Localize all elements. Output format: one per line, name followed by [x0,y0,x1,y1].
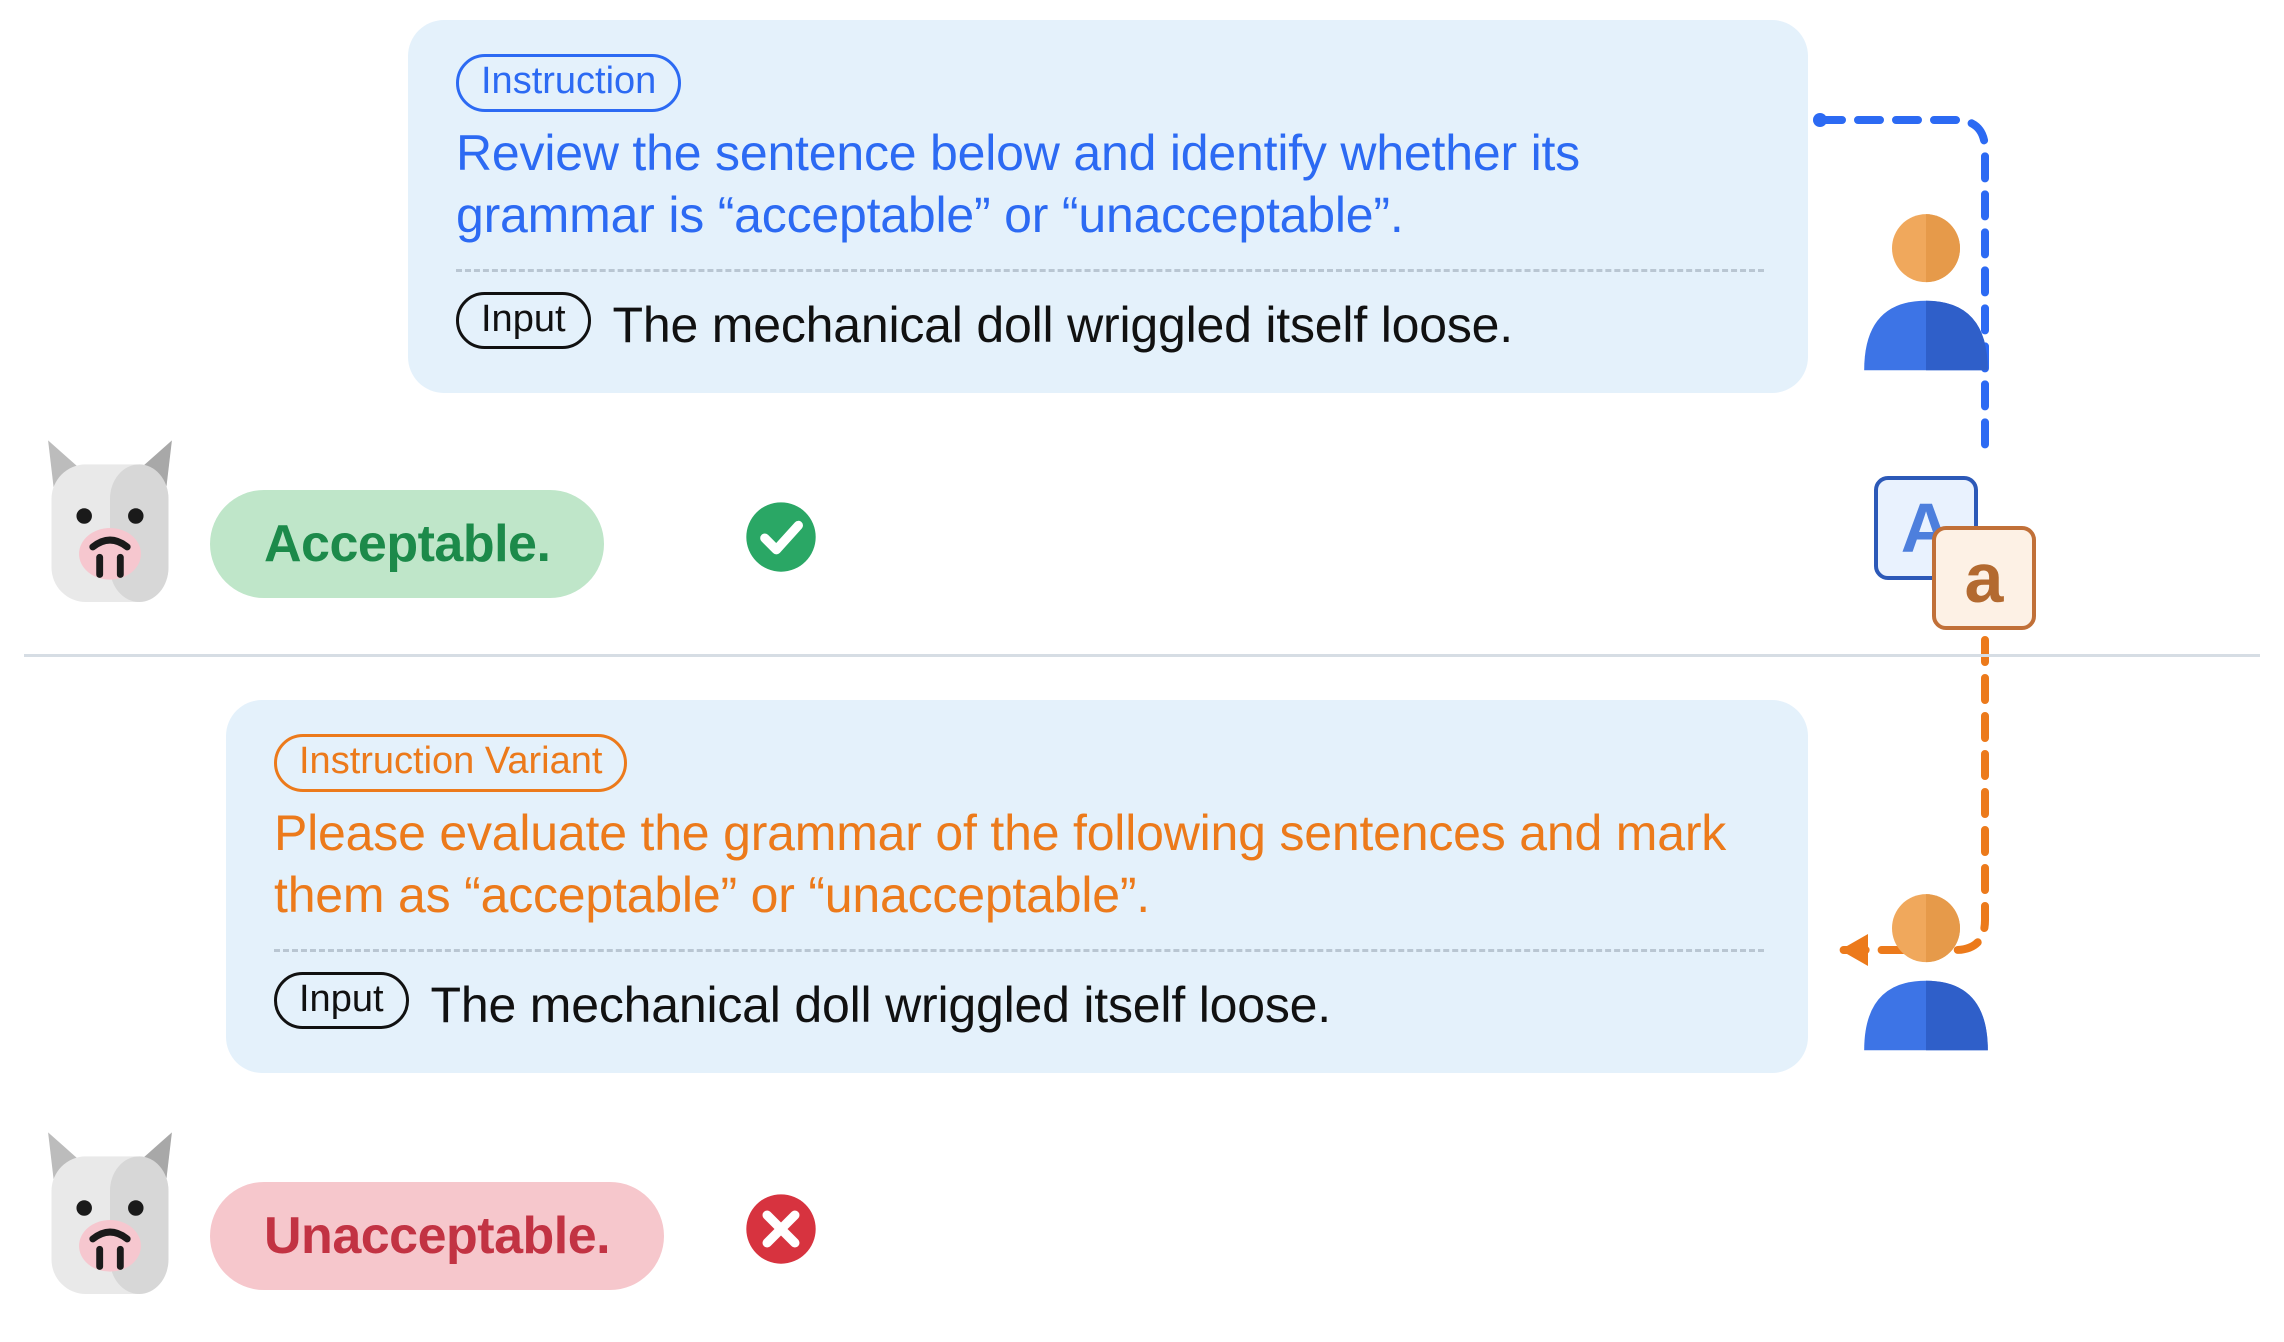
prompt-bubble-variant: Instruction Variant Please evaluate the … [226,700,1808,1073]
answer-bubble-unacceptable: Unacceptable. [210,1182,664,1290]
instruction-text: Review the sentence below and identify w… [456,122,1764,247]
divider-dashed [456,269,1764,272]
llama-avatar-icon [24,1122,196,1294]
input-row: Input The mechanical doll wriggled itsel… [456,292,1764,360]
instruction-variant-tag: Instruction Variant [274,734,627,792]
cross-icon [744,1192,818,1266]
llama-avatar-icon [24,430,196,602]
prompt-bubble-original: Instruction Review the sentence below an… [408,20,1808,393]
user-avatar-icon [1846,208,2006,378]
input-tag: Input [456,292,591,350]
divider-dashed [274,949,1764,952]
user-avatar-icon [1846,888,2006,1058]
checkmark-icon [744,500,818,574]
answer-bubble-acceptable: Acceptable. [210,490,604,598]
input-row: Input The mechanical doll wriggled itsel… [274,972,1764,1040]
case-transform-icon: A a [1870,472,2050,632]
lowercase-tile: a [1932,526,2036,630]
input-text: The mechanical doll wriggled itself loos… [431,976,1331,1034]
instruction-tag: Instruction [456,54,681,112]
input-text: The mechanical doll wriggled itself loos… [613,296,1513,354]
instruction-variant-text: Please evaluate the grammar of the follo… [274,802,1764,927]
section-divider [24,654,2260,657]
input-tag: Input [274,972,409,1030]
